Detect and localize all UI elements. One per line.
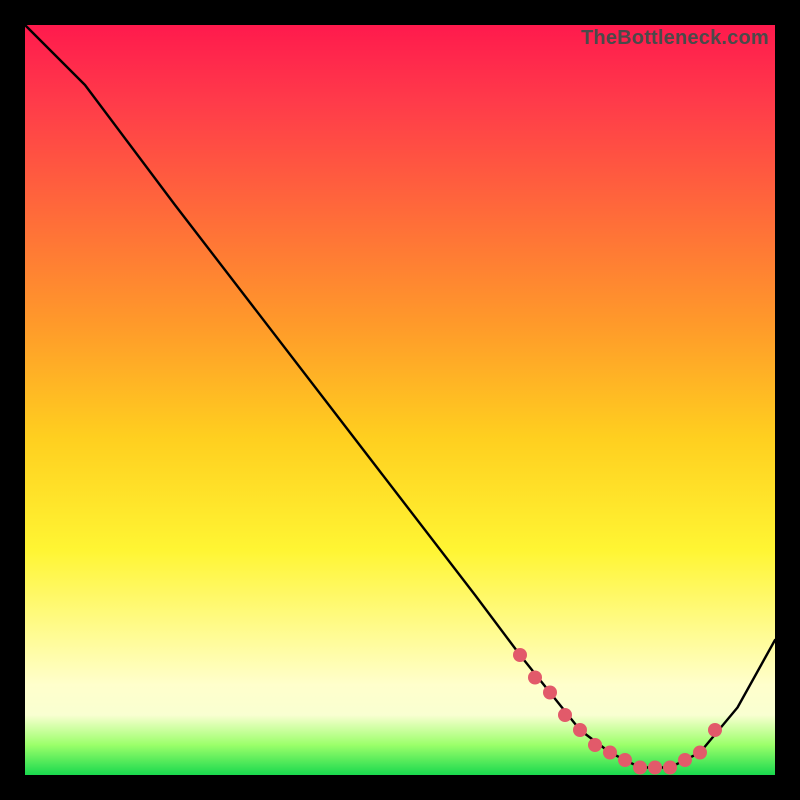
highlight-dot: [603, 746, 617, 760]
highlight-dot: [513, 648, 527, 662]
highlight-dot: [558, 708, 572, 722]
highlight-dot: [648, 761, 662, 775]
highlight-dot: [633, 761, 647, 775]
highlight-dot: [708, 723, 722, 737]
highlight-dot: [573, 723, 587, 737]
highlight-dot: [528, 671, 542, 685]
highlight-dot: [543, 686, 557, 700]
highlight-dot: [678, 753, 692, 767]
curve-layer: [25, 25, 775, 775]
chart-frame: TheBottleneck.com: [0, 0, 800, 800]
highlight-dot: [663, 761, 677, 775]
plot-area: TheBottleneck.com: [25, 25, 775, 775]
highlight-dot: [588, 738, 602, 752]
highlight-dot: [618, 753, 632, 767]
bottleneck-curve: [25, 25, 775, 768]
highlight-dot: [693, 746, 707, 760]
